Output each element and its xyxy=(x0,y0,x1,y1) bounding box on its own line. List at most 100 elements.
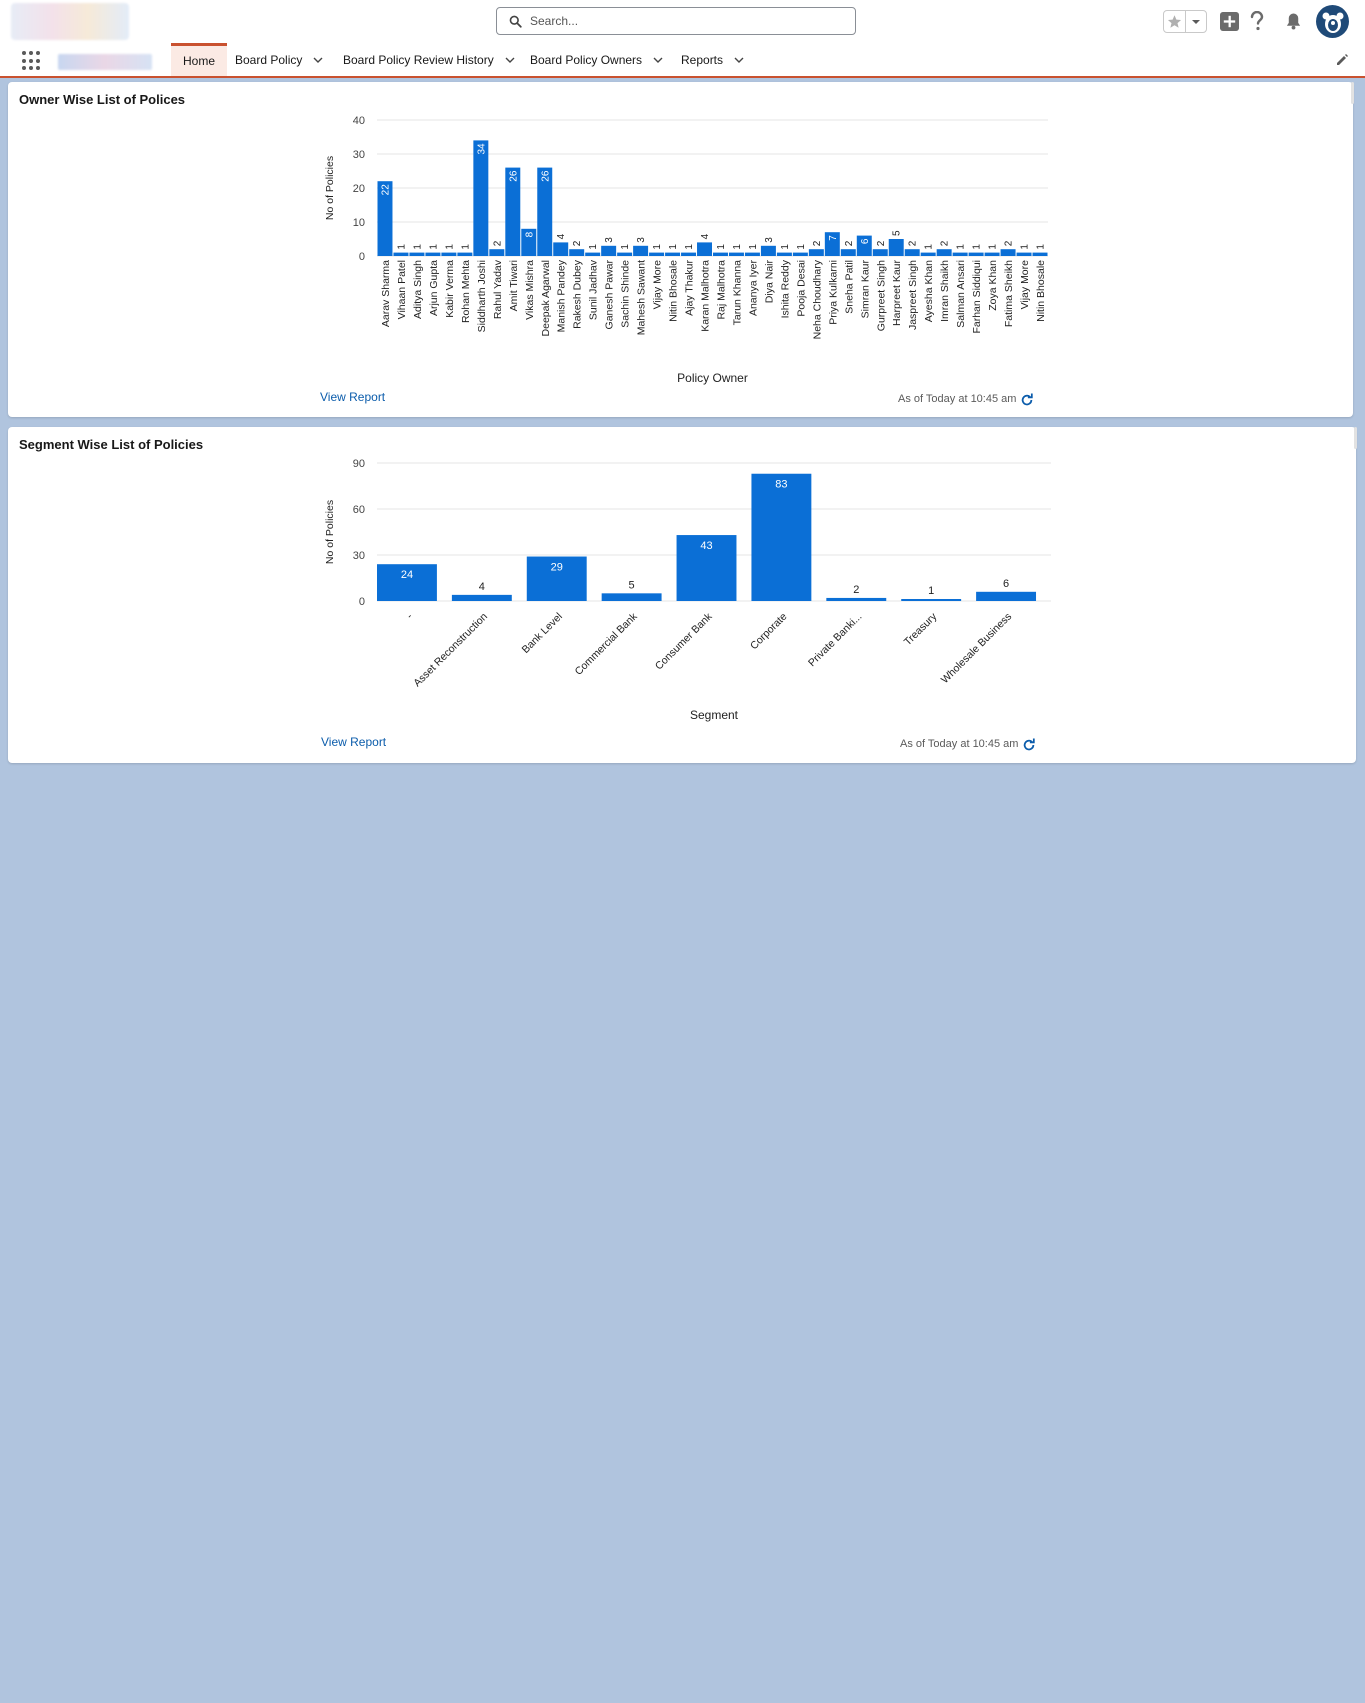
x-tick-label: Karan Malhotra xyxy=(700,260,712,332)
x-tick-label: Vijay More xyxy=(1019,260,1031,310)
tab-label: Reports xyxy=(681,52,724,67)
avatar-icon xyxy=(1322,12,1343,33)
tab-board-policy-review-history[interactable]: Board Policy Review History xyxy=(343,43,516,76)
x-tick-label: Corporate xyxy=(748,611,790,653)
data-label: 2 xyxy=(572,240,583,246)
y-tick-label: 30 xyxy=(353,550,365,562)
y-tick-label: 60 xyxy=(353,504,365,516)
data-label: 4 xyxy=(700,233,711,239)
notifications-button[interactable] xyxy=(1282,10,1304,32)
data-label: 1 xyxy=(1036,244,1047,250)
data-label: 1 xyxy=(732,244,743,250)
chevron-down-icon[interactable] xyxy=(312,54,324,66)
bar xyxy=(617,252,633,256)
view-report-link[interactable]: View Report xyxy=(320,390,385,404)
x-tick-label: Siddharth Joshi xyxy=(476,260,488,332)
data-label: 1 xyxy=(716,244,727,250)
x-tick-label: Vikas Mishra xyxy=(524,260,536,320)
add-icon xyxy=(1219,11,1239,31)
star-icon xyxy=(1167,15,1181,28)
y-tick-label: 90 xyxy=(353,458,365,470)
tab-reports[interactable]: Reports xyxy=(681,43,745,76)
x-tick-label: Nitin Bhosale xyxy=(1035,260,1047,322)
bar xyxy=(826,597,887,601)
x-tick-label: Consumer Bank xyxy=(653,610,715,672)
x-tick-label: Pooja Desai xyxy=(795,260,807,317)
org-logo[interactable] xyxy=(11,3,129,40)
bar xyxy=(649,252,665,256)
data-label: 4 xyxy=(479,581,485,593)
scrollbar[interactable] xyxy=(1354,427,1357,449)
chevron-down-icon[interactable] xyxy=(733,54,745,66)
data-label: 24 xyxy=(401,569,413,581)
x-tick-label: Wholesale Business xyxy=(939,611,1014,686)
data-label: 1 xyxy=(412,244,423,250)
help-button[interactable] xyxy=(1246,10,1268,32)
favorites-button[interactable] xyxy=(1164,11,1186,32)
global-search[interactable] xyxy=(496,7,856,35)
bar xyxy=(936,249,952,256)
bar xyxy=(665,252,681,256)
bar xyxy=(633,245,649,256)
data-label: 1 xyxy=(460,244,471,250)
tab-label: Board Policy Review History xyxy=(343,52,494,67)
x-tick-label: Asset Reconstruction xyxy=(411,611,490,690)
tab-label: Board Policy Owners xyxy=(530,52,643,67)
tab-board-policy-owners[interactable]: Board Policy Owners xyxy=(530,43,664,76)
data-label: 7 xyxy=(828,235,839,241)
data-label: 1 xyxy=(972,244,983,250)
x-tick-label: Simran Kaur xyxy=(859,260,871,319)
y-axis-title: No of Policies xyxy=(324,156,336,220)
as-of-timestamp: As of Today at 10:45 am xyxy=(898,393,1017,405)
x-tick-label: Ganesh Pawar xyxy=(604,260,616,330)
y-tick-label: 10 xyxy=(353,217,365,229)
x-axis-title: Segment xyxy=(690,708,739,722)
owner-wise-report-card: Owner Wise List of Polices 0 10 20 30 40 22 Aa… xyxy=(8,82,1354,417)
data-label: 8 xyxy=(524,231,535,237)
bar xyxy=(904,249,920,256)
owner-bar-chart: 01020304022Aarav Sharma1Vihaan Patel1Adi… xyxy=(324,115,1048,385)
data-label: 1 xyxy=(928,585,934,597)
scrollbar[interactable] xyxy=(1351,82,1354,104)
data-label: 2 xyxy=(812,240,823,246)
app-launcher-button[interactable] xyxy=(22,51,42,71)
x-tick-label: Ananya Iyer xyxy=(747,260,759,317)
bar xyxy=(751,473,812,601)
help-icon xyxy=(1250,11,1264,31)
user-avatar[interactable] xyxy=(1316,5,1349,38)
data-label: 26 xyxy=(508,170,519,182)
y-tick-label: 20 xyxy=(353,183,365,195)
data-label: 2 xyxy=(876,240,887,246)
search-input[interactable] xyxy=(530,14,830,28)
bar xyxy=(585,252,601,256)
data-label: 5 xyxy=(629,579,635,591)
refresh-icon[interactable] xyxy=(1020,393,1034,407)
x-tick-label: Deepak Agarwal xyxy=(540,260,552,336)
x-tick-label: Arjun Gupta xyxy=(428,260,440,316)
tab-home[interactable]: Home xyxy=(171,43,228,76)
x-tick-label: Raj Malhotra xyxy=(715,260,727,320)
x-tick-label: Sunil Jadhav xyxy=(588,259,600,320)
favorites-menu-button[interactable] xyxy=(1186,11,1207,32)
x-tick-label: Private Banki... xyxy=(806,611,864,669)
x-tick-label: Jaspreet Singh xyxy=(907,260,919,330)
x-tick-label: Sneha Patil xyxy=(843,260,855,314)
chevron-down-icon[interactable] xyxy=(652,54,664,66)
bar xyxy=(457,252,473,256)
favorites-group xyxy=(1163,10,1207,33)
data-label: 2 xyxy=(492,240,503,246)
edit-nav-pencil-icon[interactable] xyxy=(1335,53,1349,67)
data-label: 2 xyxy=(844,240,855,246)
x-tick-label: Rakesh Dubey xyxy=(572,259,584,329)
chevron-down-icon[interactable] xyxy=(504,54,516,66)
bar xyxy=(968,252,984,256)
app-name xyxy=(58,54,152,70)
view-report-link[interactable]: View Report xyxy=(321,735,386,749)
y-tick-label: 40 xyxy=(353,115,365,127)
refresh-icon[interactable] xyxy=(1022,738,1036,752)
data-label: 34 xyxy=(476,143,487,155)
data-label: 29 xyxy=(551,562,563,574)
global-actions-button[interactable] xyxy=(1218,10,1240,32)
tab-board-policy[interactable]: Board Policy xyxy=(235,43,324,76)
x-tick-label: Imran Shaikh xyxy=(939,260,951,322)
